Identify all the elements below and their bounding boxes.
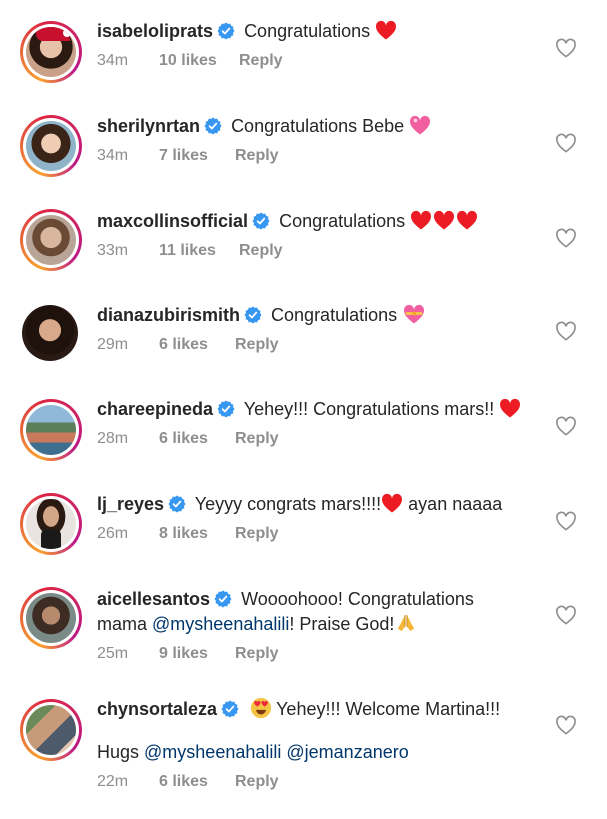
verified-badge-icon (244, 306, 262, 324)
likes-count-link[interactable]: 10 likes (159, 52, 239, 70)
comment-meta: 26m 8 likes Reply (97, 525, 279, 543)
avatar-story-ring[interactable] (20, 699, 82, 761)
likes-count-link[interactable]: 6 likes (159, 773, 235, 791)
avatar (26, 405, 76, 455)
red-heart-icon (433, 210, 455, 230)
comment-text: mama (97, 614, 153, 634)
comment-text: Yehey!!! Welcome Martina!!! (276, 699, 501, 719)
comment-meta: 28m 6 likes Reply (97, 430, 279, 448)
comment-meta: 25m 9 likes Reply (97, 645, 279, 663)
reply-button[interactable]: Reply (235, 430, 279, 448)
avatar[interactable] (22, 305, 78, 361)
comment-text: Congratulations (271, 305, 398, 325)
avatar (26, 27, 76, 77)
avatar (26, 121, 76, 171)
reply-button[interactable]: Reply (235, 525, 279, 543)
avatar-story-ring[interactable] (20, 209, 82, 271)
red-heart-icon (499, 398, 521, 418)
avatar-story-ring[interactable] (20, 115, 82, 177)
like-heart-icon[interactable] (555, 38, 577, 58)
like-heart-icon[interactable] (555, 416, 577, 436)
username-link[interactable]: dianazubirismith (97, 305, 240, 325)
pink-heart-icon (409, 115, 431, 135)
comment-meta: 34m 7 likes Reply (97, 147, 279, 165)
avatar (26, 705, 76, 755)
red-heart-icon (456, 210, 478, 230)
heart-eyes-face-icon (250, 697, 272, 719)
comment-text: Yeyyy congrats mars!!!! (194, 494, 382, 514)
avatar-story-ring[interactable] (20, 399, 82, 461)
comment-meta: 33m 11 likes Reply (97, 242, 283, 260)
verified-badge-icon (217, 400, 235, 418)
username-link[interactable]: lj_reyes (97, 494, 164, 514)
avatar-story-ring[interactable] (20, 493, 82, 555)
comment-text: Yehey!!! Congratulations mars!! (243, 399, 495, 419)
likes-count-link[interactable]: 9 likes (159, 645, 235, 663)
reply-button[interactable]: Reply (239, 52, 283, 70)
comment-text: ayan naaaa (403, 494, 503, 514)
red-heart-icon (375, 20, 397, 40)
comment-meta: 34m 10 likes Reply (97, 52, 283, 70)
avatar (26, 215, 76, 265)
likes-count-link[interactable]: 6 likes (159, 430, 235, 448)
verified-badge-icon (221, 700, 239, 718)
avatar-story-ring[interactable] (20, 21, 82, 83)
red-heart-icon (410, 210, 432, 230)
like-heart-icon[interactable] (555, 321, 577, 341)
comment-time: 34m (97, 52, 129, 69)
comment-text: Congratulations (279, 211, 406, 231)
like-heart-icon[interactable] (555, 511, 577, 531)
username-link[interactable]: aicellesantos (97, 589, 210, 609)
username-link[interactable]: isabeloliprats (97, 21, 213, 41)
verified-badge-icon (168, 495, 186, 513)
reply-button[interactable]: Reply (235, 645, 279, 663)
avatar-story-ring[interactable] (20, 587, 82, 649)
comment-time: 33m (97, 242, 129, 259)
verified-badge-icon (217, 22, 235, 40)
red-heart-icon (381, 493, 403, 513)
reply-button[interactable]: Reply (239, 242, 283, 260)
likes-count-link[interactable]: 7 likes (159, 147, 235, 165)
folded-hands-icon (398, 614, 415, 632)
comment-text: Congratulations (244, 21, 371, 41)
comment-time: 22m (97, 773, 129, 790)
comment-time: 34m (97, 147, 129, 164)
heart-with-ribbon-icon (404, 304, 425, 324)
comment-text: Congratulations Bebe (231, 116, 405, 136)
username-link[interactable]: chareepineda (97, 399, 213, 419)
likes-count-link[interactable]: 6 likes (159, 336, 235, 354)
comment-time: 28m (97, 430, 129, 447)
comment-text: Woooohooo! Congratulations (241, 589, 474, 609)
verified-badge-icon (204, 117, 222, 135)
like-heart-icon[interactable] (555, 133, 577, 153)
like-heart-icon[interactable] (555, 228, 577, 248)
comment-meta: 22m 6 likes Reply (97, 773, 279, 791)
likes-count-link[interactable]: 8 likes (159, 525, 235, 543)
like-heart-icon[interactable] (555, 715, 577, 735)
avatar (26, 499, 76, 549)
comment-time: 26m (97, 525, 129, 542)
comment-time: 29m (97, 336, 129, 353)
username-link[interactable]: maxcollinsofficial (97, 211, 248, 231)
username-link[interactable]: chynsortaleza (97, 699, 217, 719)
reply-button[interactable]: Reply (235, 147, 279, 165)
comment-time: 25m (97, 645, 129, 662)
like-heart-icon[interactable] (555, 605, 577, 625)
username-link[interactable]: sherilynrtan (97, 116, 200, 136)
mention-link[interactable]: @jemanzanero (286, 742, 408, 762)
comment-text: ! Praise God! (289, 614, 395, 634)
mention-link[interactable]: @mysheenahalili (152, 614, 289, 634)
verified-badge-icon (252, 212, 270, 230)
reply-button[interactable]: Reply (235, 773, 279, 791)
verified-badge-icon (214, 590, 232, 608)
avatar (26, 593, 76, 643)
comment-text: Hugs (97, 742, 145, 762)
reply-button[interactable]: Reply (235, 336, 279, 354)
comment-meta: 29m 6 likes Reply (97, 336, 279, 354)
likes-count-link[interactable]: 11 likes (159, 242, 239, 260)
mention-link[interactable]: @mysheenahalili (144, 742, 281, 762)
